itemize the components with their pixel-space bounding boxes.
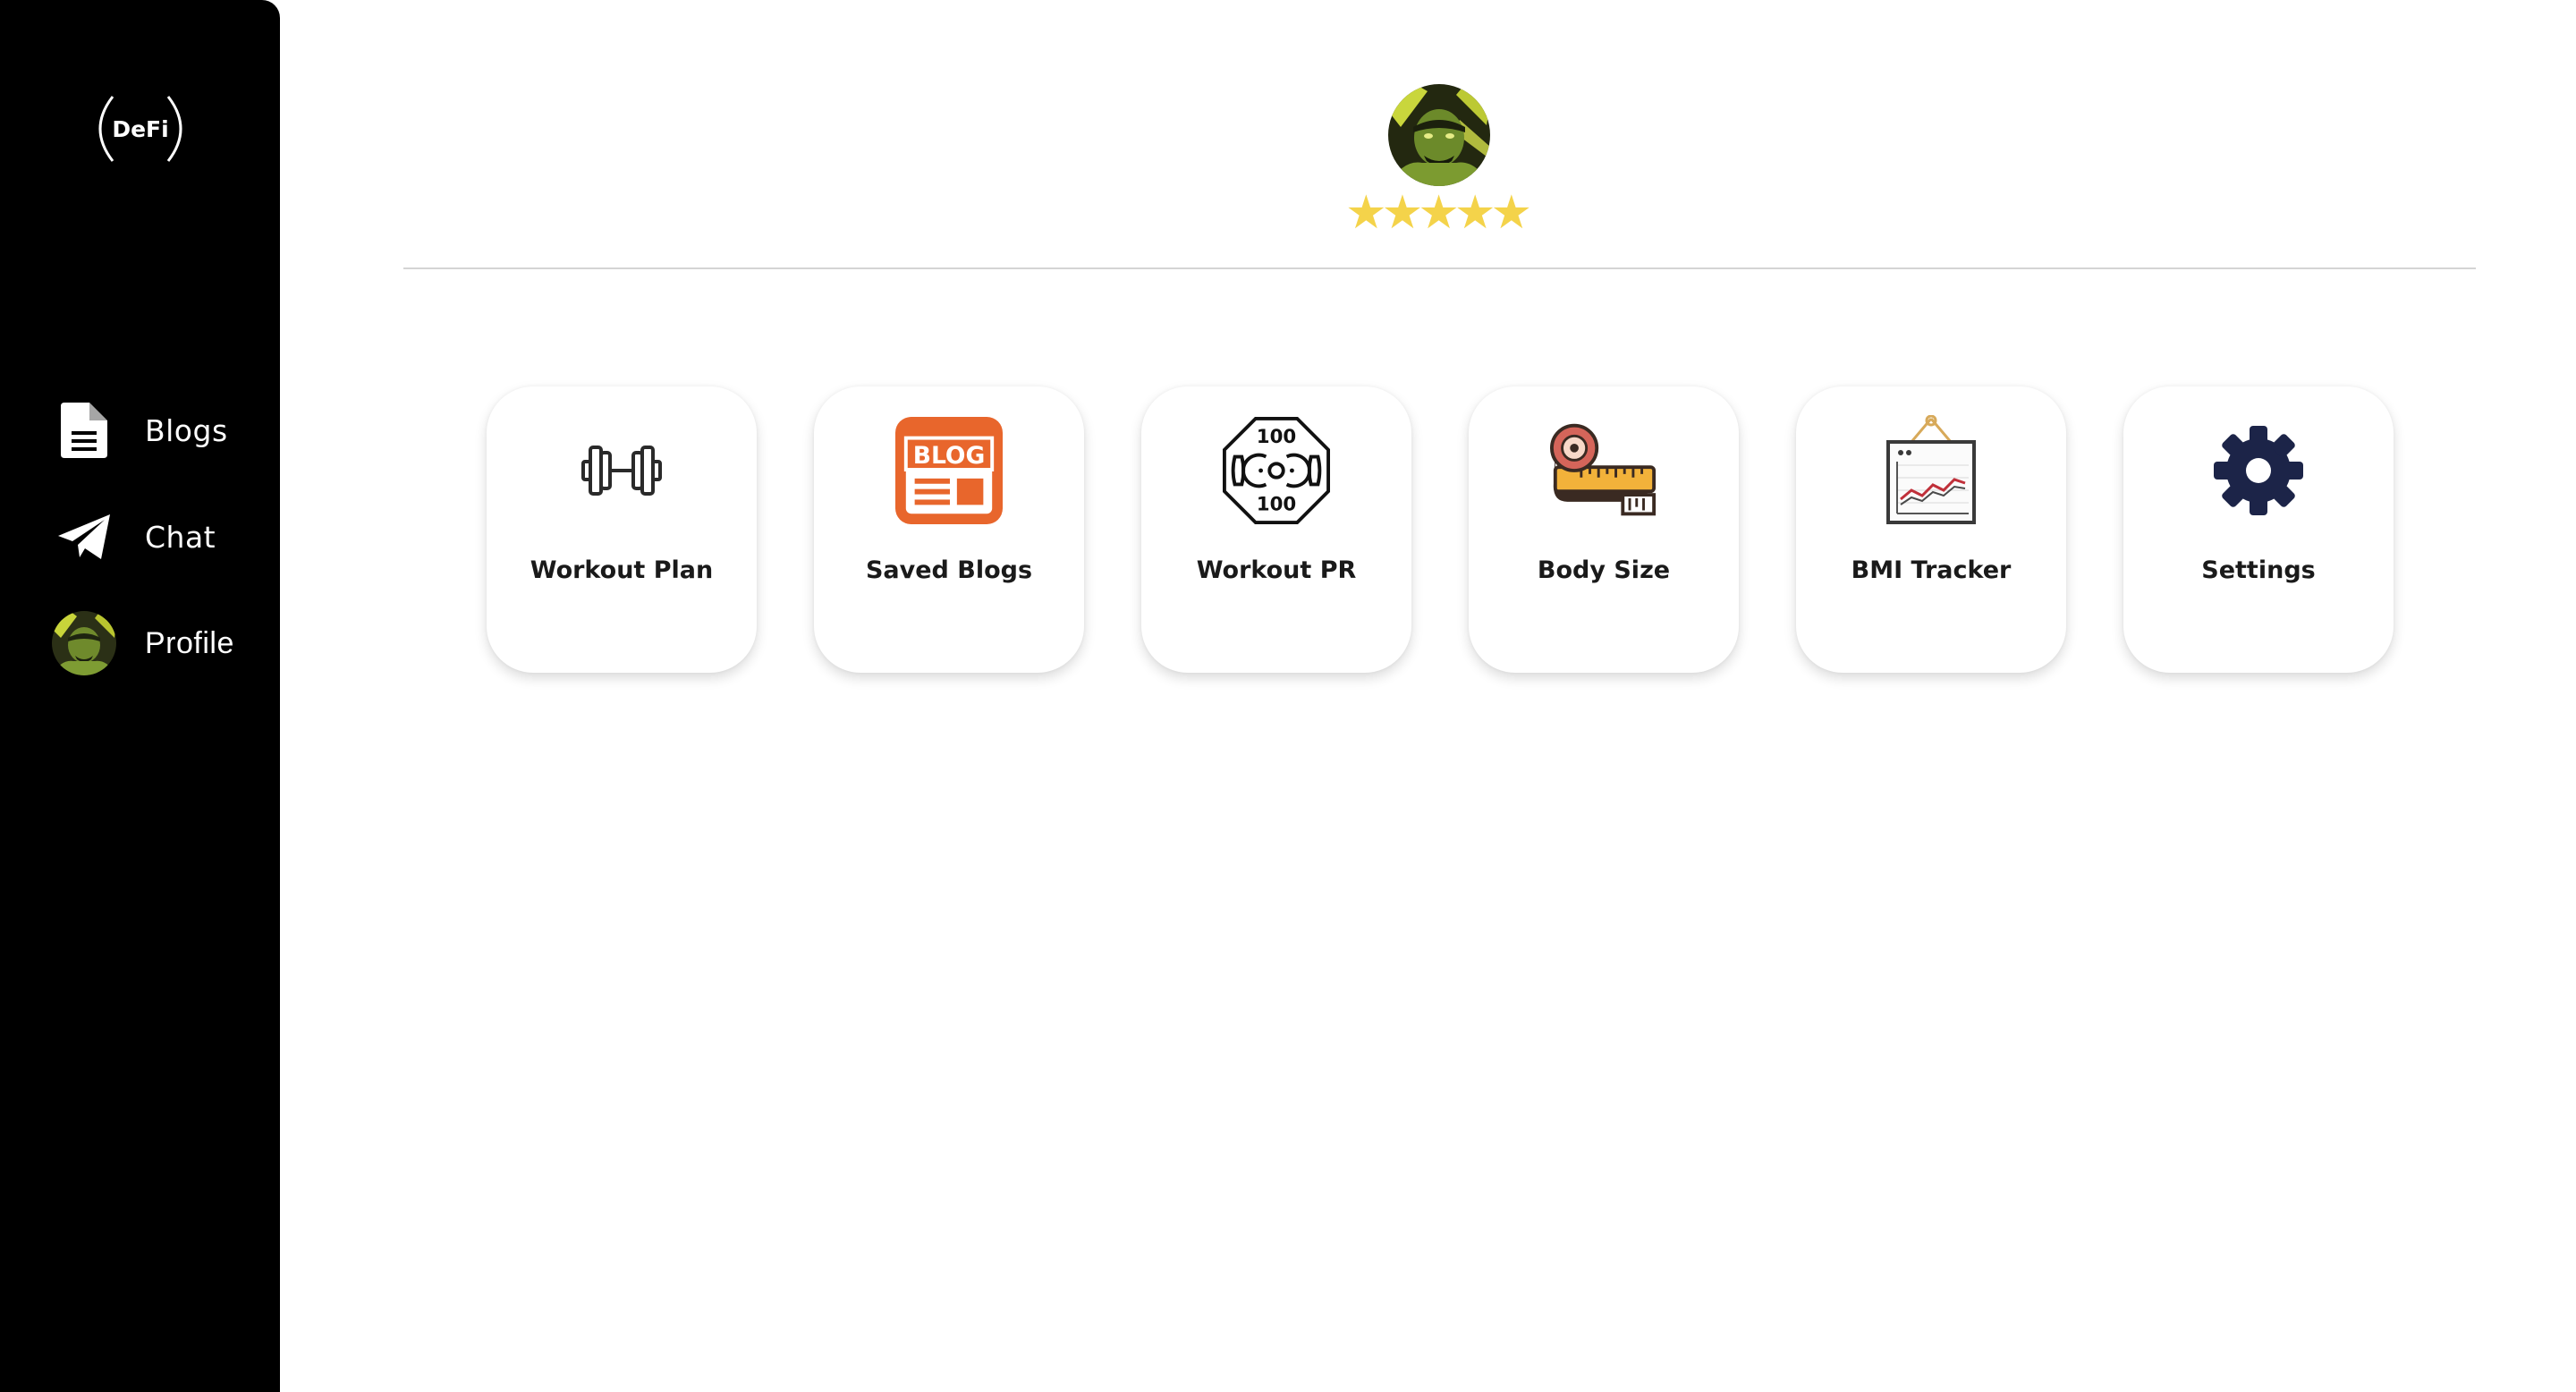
- sidebar-item-label: Chat: [145, 519, 216, 555]
- sidebar-item-blogs[interactable]: Blogs: [50, 395, 265, 466]
- dumbbell-icon: [568, 417, 675, 524]
- workout-pr-card[interactable]: 100 100 Workout PR: [1141, 386, 1411, 673]
- star-icon: ★: [1381, 186, 1424, 240]
- sidebar-item-label: Blogs: [145, 412, 228, 448]
- send-icon: [50, 503, 118, 571]
- rating-stars: ★ ★ ★ ★ ★: [1345, 186, 1532, 240]
- avatar: [50, 609, 118, 677]
- plate-top-text: 100: [1257, 426, 1296, 448]
- card-label: Body Size: [1537, 556, 1671, 584]
- logo-text: DeFi: [112, 115, 169, 142]
- blog-icon-text: BLOG: [913, 442, 986, 470]
- card-label: Workout PR: [1196, 556, 1357, 584]
- defi-logo[interactable]: DeFi: [93, 93, 188, 165]
- sidebar: DeFi Blogs Chat Profile: [0, 0, 280, 1392]
- card-label: Workout Plan: [530, 556, 714, 584]
- sidebar-item-label: Profile: [145, 625, 234, 660]
- body-size-card[interactable]: Body Size: [1469, 386, 1739, 673]
- star-icon: ★: [1453, 186, 1496, 240]
- gear-icon: [2205, 417, 2312, 524]
- star-icon: ★: [1490, 186, 1533, 240]
- star-icon: ★: [1345, 186, 1387, 240]
- header-divider: [403, 267, 2476, 269]
- plate-bottom-text: 100: [1257, 494, 1296, 516]
- blog-icon: BLOG: [895, 417, 1003, 524]
- card-label: Settings: [2201, 556, 2316, 584]
- card-label: BMI Tracker: [1851, 556, 2012, 584]
- star-icon: ★: [1418, 186, 1460, 240]
- bmi-tracker-card[interactable]: BMI Tracker: [1796, 386, 2066, 673]
- card-label: Saved Blogs: [865, 556, 1033, 584]
- measuring-tape-icon: [1550, 417, 1657, 524]
- sidebar-item-chat[interactable]: Chat: [50, 501, 265, 573]
- saved-blogs-card[interactable]: BLOG Saved Blogs: [814, 386, 1084, 673]
- workout-plan-card[interactable]: Workout Plan: [487, 386, 757, 673]
- sidebar-item-profile[interactable]: Profile: [50, 607, 265, 679]
- weight-plate-icon: 100 100: [1223, 417, 1330, 524]
- document-icon: [50, 396, 118, 464]
- profile-avatar[interactable]: [1388, 84, 1490, 186]
- chart-board-icon: [1877, 415, 1985, 524]
- settings-card[interactable]: Settings: [2123, 386, 2394, 673]
